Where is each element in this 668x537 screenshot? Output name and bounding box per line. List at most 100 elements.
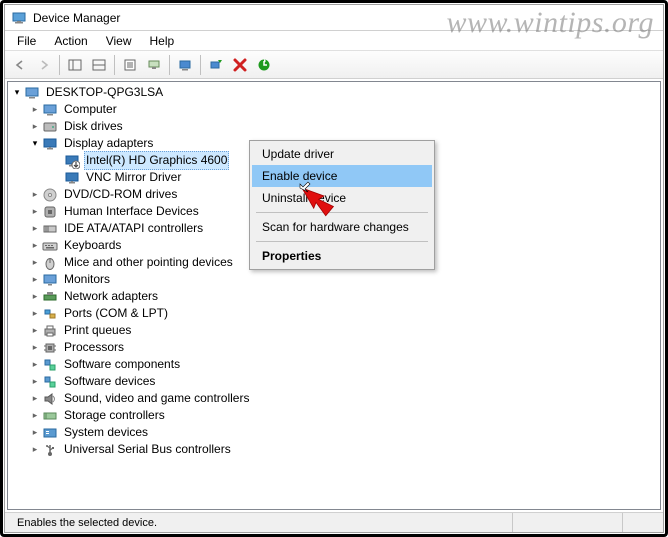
expander-icon[interactable]: ▸ [28, 290, 42, 304]
node-label: Network adapters [62, 288, 160, 305]
expander-icon[interactable]: ▸ [28, 205, 42, 219]
expander-icon[interactable]: ▾ [28, 137, 42, 151]
scan-hardware-button[interactable] [174, 54, 196, 76]
ide-icon [42, 221, 58, 237]
context-menu-item[interactable]: Scan for hardware changes [252, 216, 432, 238]
expander-icon[interactable]: ▸ [28, 375, 42, 389]
tree-item[interactable]: ▸ Ports (COM & LPT) [10, 305, 658, 322]
node-label: Intel(R) HD Graphics 4600 [84, 151, 229, 170]
app-icon [11, 10, 27, 26]
context-menu: Update driverEnable deviceUninstall devi… [249, 140, 435, 270]
expander-icon[interactable]: ▸ [28, 120, 42, 134]
tree-item[interactable]: ▸ Network adapters [10, 288, 658, 305]
uninstall-device-button[interactable] [229, 54, 251, 76]
node-label: Print queues [62, 322, 133, 339]
printer-icon [42, 323, 58, 339]
monitor-icon [42, 272, 58, 288]
sound-icon [42, 391, 58, 407]
keyboard-icon [42, 238, 58, 254]
expander-icon[interactable]: ▸ [28, 188, 42, 202]
expander-icon[interactable]: ▸ [28, 273, 42, 287]
node-label: Mice and other pointing devices [62, 254, 235, 271]
tree-item[interactable]: ▸ Processors [10, 339, 658, 356]
tree-item[interactable]: ▸ Sound, video and game controllers [10, 390, 658, 407]
tree-item[interactable]: ▸ Monitors [10, 271, 658, 288]
status-cell-3 [623, 513, 657, 532]
device-manager-window: Device Manager File Action View Help [4, 4, 664, 533]
context-menu-item[interactable]: Properties [252, 245, 432, 267]
update-driver-button[interactable] [143, 54, 165, 76]
computer-icon [42, 102, 58, 118]
show-hide-tree-button[interactable] [64, 54, 86, 76]
node-label: Processors [62, 339, 126, 356]
expander-icon[interactable]: ▸ [28, 443, 42, 457]
node-label: VNC Mirror Driver [84, 169, 183, 186]
computer-icon [24, 85, 40, 101]
system-icon [42, 425, 58, 441]
tree-item[interactable]: ▸ Storage controllers [10, 407, 658, 424]
menu-view[interactable]: View [98, 32, 140, 50]
status-text: Enables the selected device. [11, 513, 513, 532]
forward-button[interactable] [33, 54, 55, 76]
node-label: Sound, video and game controllers [62, 390, 251, 407]
tree-item[interactable]: ▸ System devices [10, 424, 658, 441]
expander-icon[interactable]: ▸ [28, 324, 42, 338]
help-button[interactable] [88, 54, 110, 76]
toolbar [5, 51, 663, 79]
display-icon [64, 153, 80, 169]
menu-file[interactable]: File [9, 32, 44, 50]
context-menu-item[interactable]: Enable device [252, 165, 432, 187]
node-label: DESKTOP-QPG3LSA [44, 84, 165, 101]
node-label: Universal Serial Bus controllers [62, 441, 233, 458]
tree-item[interactable]: ▸ Universal Serial Bus controllers [10, 441, 658, 458]
context-menu-item[interactable]: Uninstall device [252, 187, 432, 209]
expander-icon[interactable]: ▸ [28, 358, 42, 372]
toolbar-separator [59, 55, 60, 75]
expander-icon[interactable]: ▾ [10, 86, 24, 100]
expander-icon[interactable]: ▸ [28, 103, 42, 117]
expander-icon[interactable]: ▸ [28, 256, 42, 270]
expander-icon[interactable]: ▸ [28, 426, 42, 440]
properties-button[interactable] [119, 54, 141, 76]
expander-icon[interactable]: ▸ [28, 409, 42, 423]
toolbar-separator [114, 55, 115, 75]
expander-icon[interactable]: ▸ [28, 392, 42, 406]
status-cell-2 [513, 513, 623, 532]
toolbar-separator [169, 55, 170, 75]
node-label: Disk drives [62, 118, 125, 135]
menubar: File Action View Help [5, 31, 663, 51]
disk-icon [42, 119, 58, 135]
node-label: Human Interface Devices [62, 203, 201, 220]
hid-icon [42, 204, 58, 220]
node-label: Software components [62, 356, 182, 373]
context-menu-separator [256, 241, 428, 242]
node-label: Computer [62, 101, 119, 118]
expander-icon[interactable]: ▸ [28, 222, 42, 236]
dvd-icon [42, 187, 58, 203]
node-label: System devices [62, 424, 150, 441]
software-icon [42, 357, 58, 373]
node-label: Ports (COM & LPT) [62, 305, 170, 322]
node-label: Software devices [62, 373, 157, 390]
tree-item[interactable]: ▸ Computer [10, 101, 658, 118]
usb-icon [42, 442, 58, 458]
cpu-icon [42, 340, 58, 356]
node-label: Keyboards [62, 237, 123, 254]
tree-item[interactable]: ▸ Print queues [10, 322, 658, 339]
tree-root[interactable]: ▾ DESKTOP-QPG3LSA [10, 84, 658, 101]
tree-item[interactable]: ▸ Software components [10, 356, 658, 373]
tree-item[interactable]: ▸ Software devices [10, 373, 658, 390]
back-button[interactable] [9, 54, 31, 76]
refresh-button[interactable] [253, 54, 275, 76]
node-label: DVD/CD-ROM drives [62, 186, 179, 203]
titlebar: Device Manager [5, 5, 663, 31]
menu-action[interactable]: Action [46, 32, 95, 50]
context-menu-separator [256, 212, 428, 213]
menu-help[interactable]: Help [142, 32, 183, 50]
expander-icon[interactable]: ▸ [28, 307, 42, 321]
context-menu-item[interactable]: Update driver [252, 143, 432, 165]
expander-icon[interactable]: ▸ [28, 341, 42, 355]
tree-item[interactable]: ▸ Disk drives [10, 118, 658, 135]
expander-icon[interactable]: ▸ [28, 239, 42, 253]
enable-device-button[interactable] [205, 54, 227, 76]
